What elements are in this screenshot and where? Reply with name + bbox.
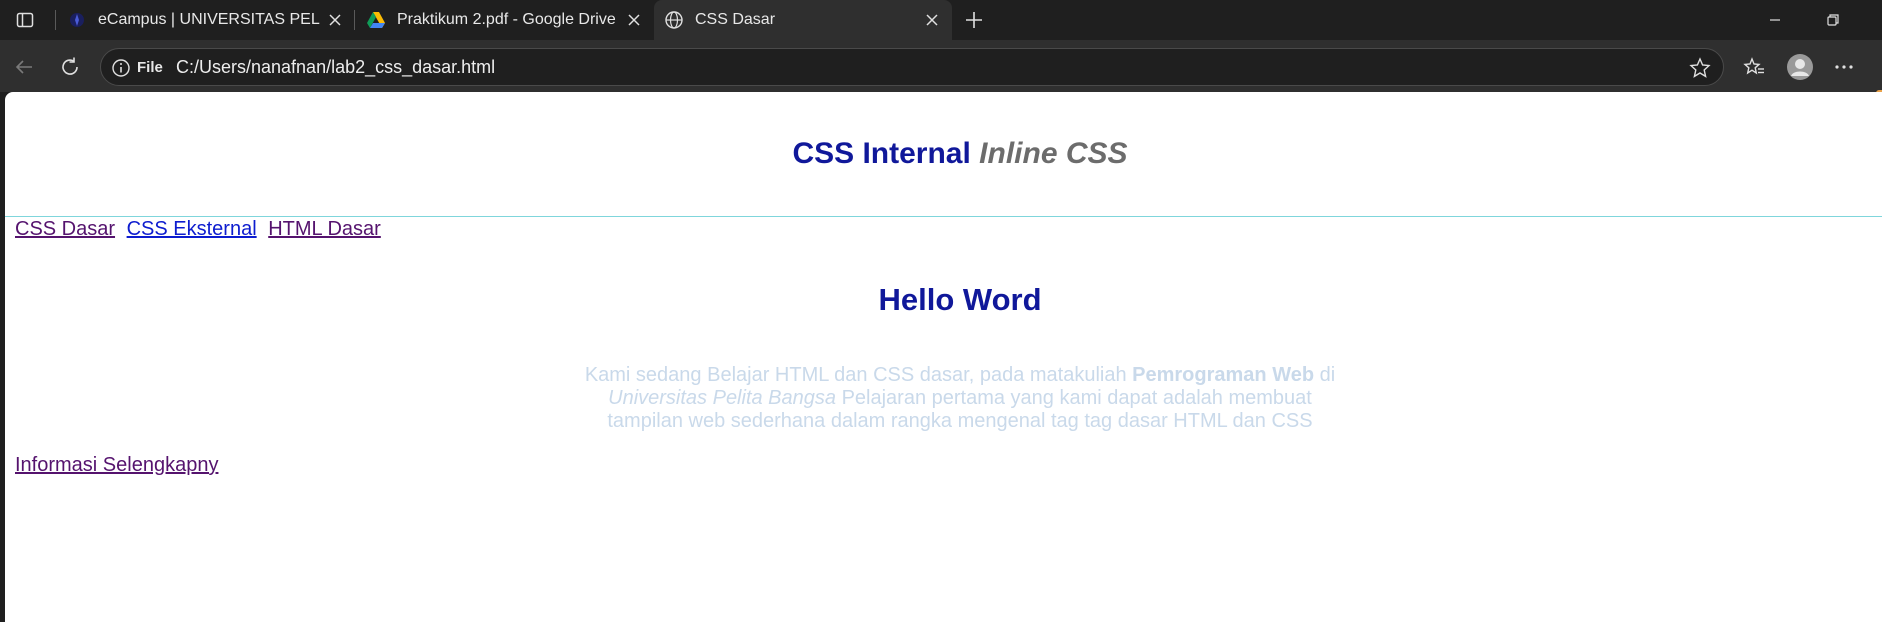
restore-icon: [1827, 14, 1839, 26]
star-icon[interactable]: [1689, 57, 1711, 79]
scheme-label: File: [137, 59, 163, 76]
tab-title: Praktikum 2.pdf - Google Drive: [397, 11, 616, 28]
main-heading: Hello Word: [878, 282, 1042, 317]
avatar-icon: [1787, 54, 1813, 80]
globe-icon: [664, 10, 684, 30]
header-subtitle: Inline CSS: [979, 137, 1128, 170]
google-drive-icon: [366, 10, 386, 30]
restore-button[interactable]: [1818, 8, 1848, 32]
page-header: CSS Internal Inline CSS: [5, 137, 1882, 171]
page-viewport: CSS Internal Inline CSS CSS Dasar CSS Ek…: [5, 92, 1882, 622]
favorites-icon: [1743, 57, 1764, 75]
plus-icon: [966, 12, 982, 28]
tab-css-dasar[interactable]: CSS Dasar: [654, 0, 952, 40]
header-title: CSS Internal: [792, 137, 971, 170]
nav-link-html-dasar[interactable]: HTML Dasar: [268, 218, 381, 240]
close-icon[interactable]: [624, 10, 644, 30]
tab-strip: eCampus | UNIVERSITAS PELITA BANGSA Prak…: [0, 0, 1882, 40]
tab-title: eCampus | UNIVERSITAS PELITA BANGSA: [98, 11, 320, 28]
back-arrow-icon: [15, 60, 32, 74]
reload-button[interactable]: [56, 53, 84, 81]
tab-separator: [55, 10, 56, 30]
close-icon[interactable]: [922, 10, 942, 30]
reload-icon: [62, 57, 78, 75]
profile-button[interactable]: [1786, 53, 1814, 81]
tab-separator: [354, 10, 355, 30]
close-icon[interactable]: [325, 10, 345, 30]
url-text[interactable]: C:/Users/nanafnan/lab2_css_dasar.html: [176, 57, 495, 78]
paragraph-italic: Universitas Pelita Bangsa: [608, 387, 837, 409]
minimize-button[interactable]: [1760, 8, 1790, 32]
more-menu-button[interactable]: [1830, 53, 1858, 81]
sidebar-toggle-icon[interactable]: [10, 8, 40, 32]
tab-google-drive[interactable]: Praktikum 2.pdf - Google Drive: [356, 0, 651, 40]
paragraph-text: Kami sedang Belajar HTML dan CSS dasar, …: [584, 364, 1133, 386]
tab-ecampus[interactable]: eCampus | UNIVERSITAS PELITA BANGSA: [57, 0, 352, 40]
favorites-button[interactable]: [1740, 53, 1768, 81]
address-bar[interactable]: File C:/Users/nanafnan/lab2_css_dasar.ht…: [100, 48, 1724, 86]
nav-link-css-dasar[interactable]: CSS Dasar: [15, 218, 115, 240]
new-tab-button[interactable]: [960, 8, 988, 32]
minimize-icon: [1770, 19, 1780, 21]
divider: [5, 216, 1882, 217]
browser-toolbar: File C:/Users/nanafnan/lab2_css_dasar.ht…: [0, 40, 1882, 120]
back-button[interactable]: [10, 53, 38, 81]
more-icon: [1835, 65, 1853, 69]
nav-link-css-eksternal[interactable]: CSS Eksternal: [127, 218, 257, 240]
intro-paragraph: Kami sedang Belajar HTML dan CSS dasar, …: [580, 364, 1340, 433]
paragraph-text: di: [1314, 364, 1336, 386]
more-info-link[interactable]: Informasi Selengkapny: [15, 454, 218, 477]
nav-links: CSS Dasar CSS Eksternal HTML Dasar: [15, 218, 387, 241]
paragraph-bold: Pemrograman Web: [1132, 364, 1315, 386]
info-icon[interactable]: [111, 58, 131, 78]
tab-title: CSS Dasar: [695, 11, 776, 28]
ecampus-icon: [67, 10, 87, 30]
